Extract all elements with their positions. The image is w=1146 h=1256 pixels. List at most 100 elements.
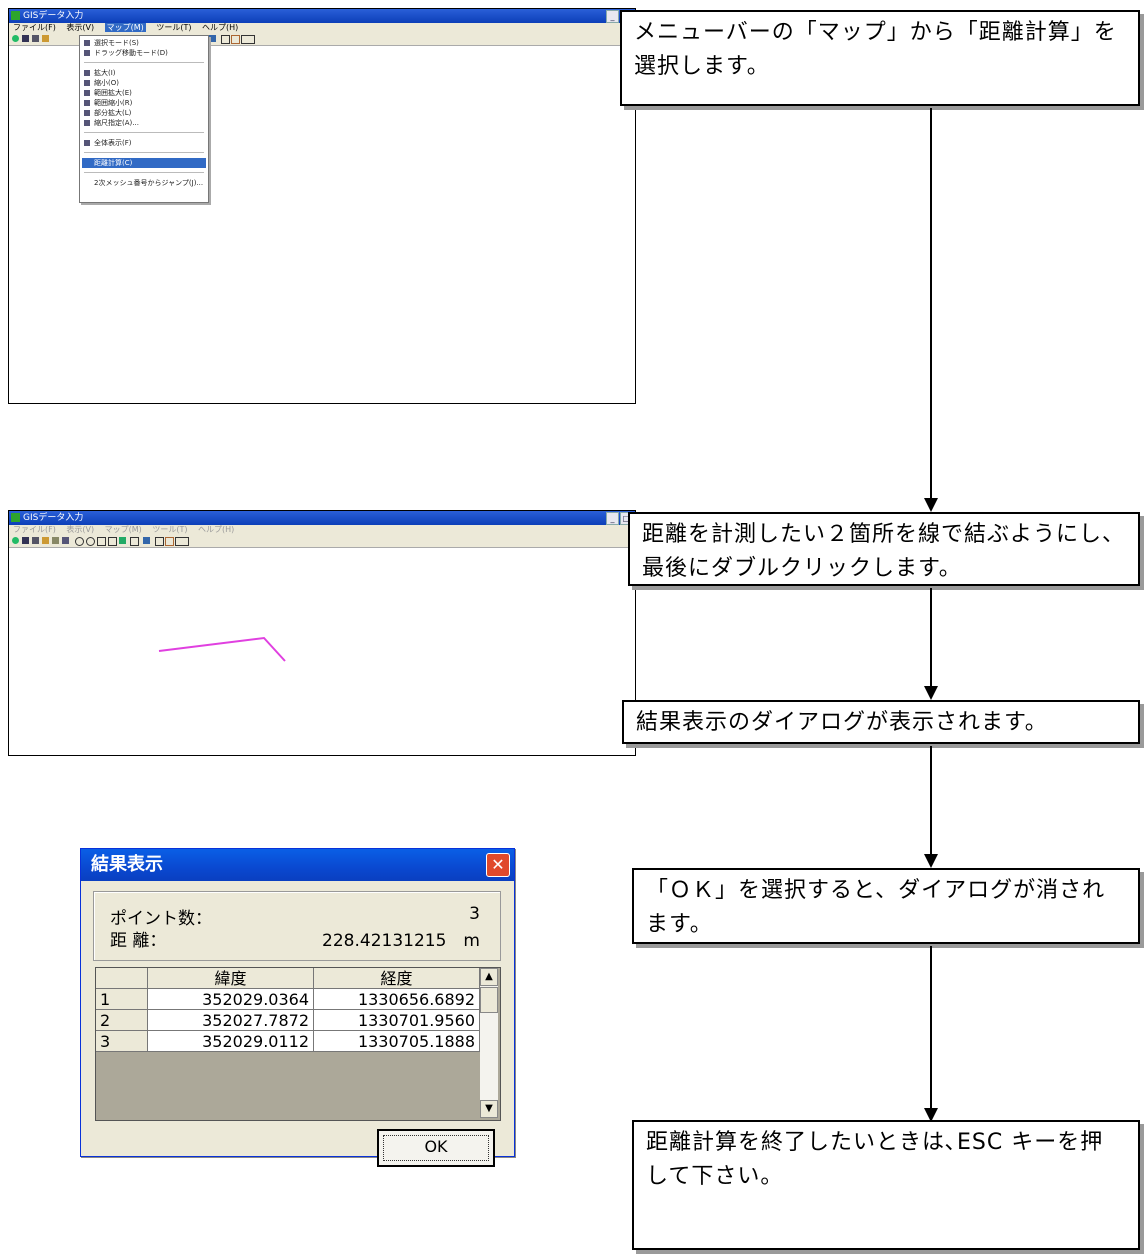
table-icon[interactable]	[62, 537, 69, 544]
print-icon[interactable]	[32, 35, 39, 42]
latitude-cell[interactable]: 352029.0364	[148, 989, 314, 1010]
globe-icon[interactable]	[12, 537, 19, 544]
globe-icon[interactable]	[12, 35, 19, 42]
measure-line	[158, 636, 286, 662]
distance-value: 228.42131215 m	[322, 931, 480, 951]
menu-map[interactable]: マップ(M)	[104, 23, 146, 32]
connector-line	[930, 946, 932, 1110]
scale-icon	[84, 120, 90, 126]
menu-item-range-zoom-in[interactable]: 範囲拡大(E)	[82, 88, 206, 98]
menu-separator	[84, 172, 204, 173]
menu-item-full-view[interactable]: 全体表示(F)	[82, 138, 206, 148]
longitude-cell[interactable]: 1330701.9560	[314, 1010, 480, 1031]
print-icon[interactable]	[32, 537, 39, 544]
partial-zoom-icon	[84, 110, 90, 116]
menu-file[interactable]: ファイル(F)	[13, 23, 56, 32]
coordinates-grid: 緯度 経度 1 352029.0364 1330656.6892 2 35202…	[95, 967, 501, 1121]
callout-step5: 距離計算を終了したいときは､ESC キーを押して下さい。	[632, 1120, 1140, 1250]
menu-item-distance-calc[interactable]: 距離計算(C)	[82, 158, 206, 168]
menu-map[interactable]: マップ(M)	[105, 525, 142, 534]
menu-help[interactable]: ヘルプ(H)	[198, 525, 234, 534]
menu-tools[interactable]: ツール(T)	[152, 525, 187, 534]
menu-item-zoom-out[interactable]: 縮小(O)	[82, 78, 206, 88]
screenshot-map-line: GISデータ入力 _ □ ファイル(F) 表示(V) マップ(M) ツール(T)…	[8, 510, 636, 756]
longitude-cell[interactable]: 1330656.6892	[314, 989, 480, 1010]
menu-bar: ファイル(F) 表示(V) マップ(M) ツール(T) ヘルプ(H)	[9, 23, 635, 33]
pointer-icon[interactable]	[155, 537, 164, 546]
zoom-out-icon[interactable]	[86, 537, 95, 546]
full-view-icon	[84, 140, 90, 146]
menu-view[interactable]: 表示(V)	[66, 23, 94, 32]
connector-line	[930, 108, 932, 500]
menu-item-zoom-in[interactable]: 拡大(I)	[82, 68, 206, 78]
distance-label: 距 離：	[110, 931, 167, 951]
hand-icon[interactable]	[231, 35, 240, 44]
menu-help[interactable]: ヘルプ(H)	[202, 23, 238, 32]
save-icon[interactable]	[22, 35, 29, 42]
latitude-cell[interactable]: 352027.7872	[148, 1010, 314, 1031]
menu-item-scale[interactable]: 縮尺指定(A)...	[82, 118, 206, 128]
scale-icon[interactable]	[130, 537, 139, 546]
range-zoom-in-icon	[84, 90, 90, 96]
menu-tools[interactable]: ツール(T)	[156, 23, 191, 32]
window-title: GISデータ入力	[23, 11, 84, 21]
menu-item-select-mode[interactable]: 選択モード(S)	[82, 38, 206, 48]
title-bar: GISデータ入力 _ □	[9, 9, 635, 23]
callout-step3: 結果表示のダイアログが表示されます。	[622, 700, 1140, 744]
partial-zoom-icon[interactable]	[119, 537, 126, 544]
threed-icon[interactable]	[241, 35, 255, 44]
hand-icon[interactable]	[165, 537, 174, 546]
vertical-scrollbar[interactable]: ▲ ▼	[480, 968, 498, 1118]
scroll-down-icon[interactable]: ▼	[480, 1100, 498, 1118]
menu-item-drag-mode[interactable]: ドラッグ移動モード(D)	[82, 48, 206, 58]
window-title: GISデータ入力	[23, 513, 84, 523]
connector-line	[930, 588, 932, 688]
zoom-in-icon[interactable]	[75, 537, 84, 546]
app-logo-icon	[11, 513, 20, 522]
map-canvas[interactable]	[9, 548, 635, 754]
menu-file[interactable]: ファイル(F)	[13, 525, 56, 534]
range-zoom-in-icon[interactable]	[97, 537, 106, 546]
points-value: 3	[469, 904, 480, 924]
dialog-title: 結果表示	[91, 854, 163, 875]
longitude-cell[interactable]: 1330705.1888	[314, 1031, 480, 1052]
edit-icon[interactable]	[42, 35, 49, 42]
edit-icon[interactable]	[42, 537, 49, 544]
range-zoom-out-icon	[84, 100, 90, 106]
menu-item-partial-zoom[interactable]: 部分拡大(L)	[82, 108, 206, 118]
arrow-down-icon	[924, 498, 938, 512]
menu-item-range-zoom-out[interactable]: 範囲縮小(R)	[82, 98, 206, 108]
arrow-down-icon	[924, 854, 938, 868]
menu-separator	[84, 62, 204, 63]
layer-icon[interactable]	[143, 537, 150, 544]
arrow-down-icon	[924, 686, 938, 700]
menu-item-mesh-jump[interactable]: 2次メッシュ番号からジャンプ(J)...	[82, 178, 206, 188]
minimize-button[interactable]: _	[606, 512, 619, 525]
menu-separator	[84, 132, 204, 133]
cursor-icon	[84, 40, 90, 46]
callout-step1: メニューバーの「マップ」から「距離計算」を選択します。	[620, 10, 1140, 106]
map-menu-dropdown: 選択モード(S) ドラッグ移動モード(D) 拡大(I) 縮小(O) 範囲拡大(E…	[79, 35, 209, 203]
minimize-button[interactable]: _	[606, 10, 619, 23]
ok-button[interactable]: OK	[377, 1129, 495, 1167]
scroll-up-icon[interactable]: ▲	[480, 968, 498, 986]
callout-step2: 距離を計測したい２箇所を線で結ぶようにし、最後にダブルクリックします。	[628, 512, 1140, 586]
scroll-thumb[interactable]	[480, 987, 498, 1013]
latitude-cell[interactable]: 352029.0112	[148, 1031, 314, 1052]
title-bar: GISデータ入力 _ □	[9, 511, 635, 525]
threed-icon[interactable]	[175, 537, 189, 546]
menu-separator	[84, 152, 204, 153]
save-icon[interactable]	[22, 537, 29, 544]
column-header-longitude: 経度	[314, 968, 480, 989]
lock-icon[interactable]	[52, 537, 59, 544]
row-number: 1	[96, 989, 148, 1010]
pointer-icon[interactable]	[221, 35, 230, 44]
toolbar	[9, 535, 635, 548]
range-zoom-out-icon[interactable]	[108, 537, 117, 546]
row-number: 3	[96, 1031, 148, 1052]
menu-view[interactable]: 表示(V)	[66, 525, 94, 534]
layer-icon[interactable]	[209, 35, 216, 42]
close-icon[interactable]: ✕	[486, 853, 510, 877]
summary-group: ポイント数： 3 距 離： 228.42131215 m	[93, 891, 501, 961]
app-logo-icon	[11, 11, 20, 20]
